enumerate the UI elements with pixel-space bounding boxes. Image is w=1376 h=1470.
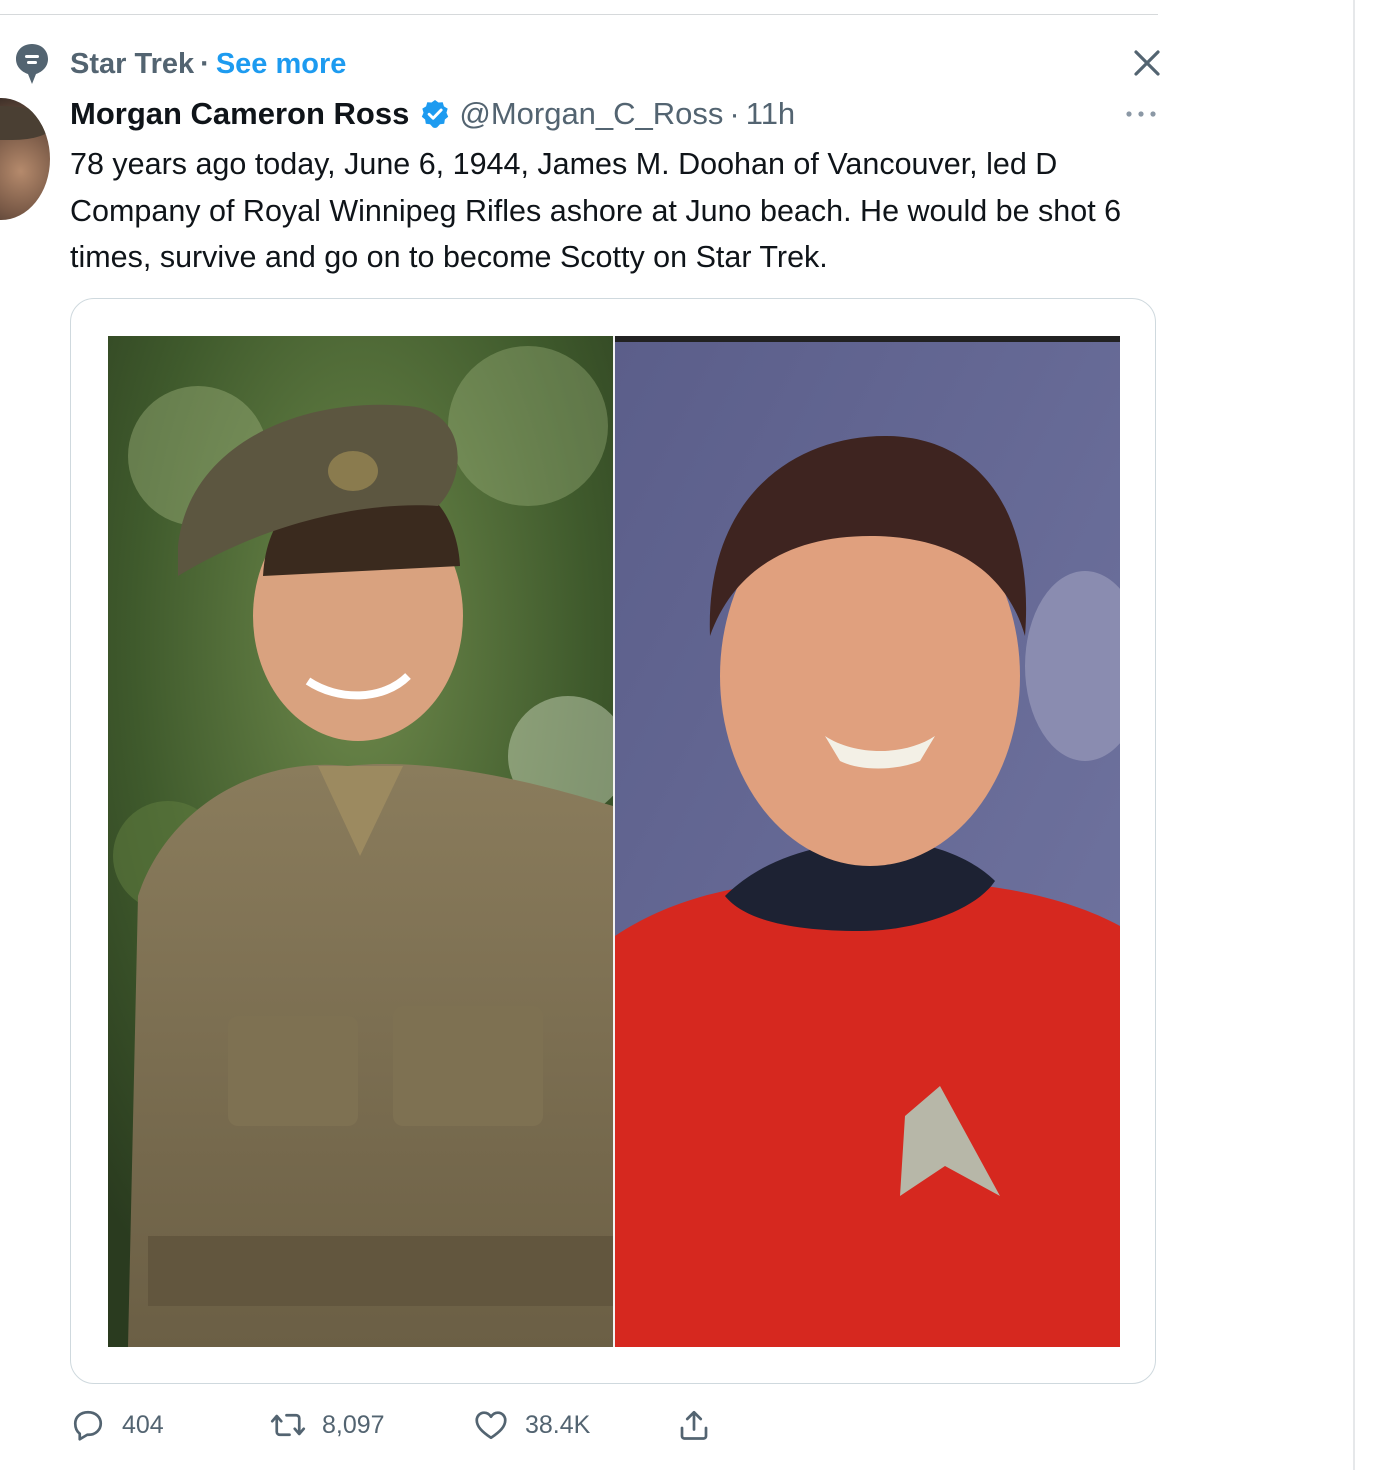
topic-pin-icon: [16, 44, 48, 84]
topic-separator: ·: [200, 47, 210, 80]
topic-name[interactable]: Star Trek: [70, 48, 194, 80]
photo-soldier[interactable]: [108, 336, 613, 1347]
avatar-hat-shape: [0, 106, 50, 140]
tweet-actions: 404 8,097 38.4K: [70, 1400, 750, 1450]
more-icon[interactable]: [1124, 100, 1158, 128]
top-divider: [0, 14, 1158, 15]
verified-badge-icon: [422, 100, 449, 128]
tweet-header: Morgan Cameron Ross @Morgan_C_Ross · 11h: [70, 92, 795, 136]
header-separator: ·: [729, 96, 740, 131]
tweet-text: 78 years ago today, June 6, 1944, James …: [70, 147, 1122, 274]
retweet-button[interactable]: 8,097: [270, 1400, 385, 1450]
column-divider: [1353, 0, 1355, 1470]
topic-context: Star Trek · See more: [14, 40, 346, 88]
topic-context-text: Star Trek · See more: [70, 48, 346, 81]
like-count: 38.4K: [525, 1410, 591, 1439]
retweet-icon: [270, 1413, 306, 1437]
like-button[interactable]: 38.4K: [473, 1400, 590, 1450]
reply-button[interactable]: 404: [70, 1400, 164, 1450]
author-name[interactable]: Morgan Cameron Ross: [70, 96, 409, 132]
author-handle[interactable]: @Morgan_C_Ross: [459, 96, 723, 132]
tweet-timestamp[interactable]: 11h: [746, 96, 795, 132]
like-icon: [475, 1411, 507, 1440]
close-icon[interactable]: [1128, 44, 1166, 82]
retweet-count: 8,097: [322, 1410, 385, 1439]
share-icon: [680, 1410, 708, 1440]
reply-count: 404: [122, 1410, 164, 1439]
see-more-link[interactable]: See more: [216, 48, 347, 80]
share-button[interactable]: [676, 1400, 712, 1450]
photo-scotty[interactable]: [615, 336, 1120, 1347]
avatar[interactable]: [0, 98, 50, 220]
reply-icon: [73, 1410, 103, 1441]
